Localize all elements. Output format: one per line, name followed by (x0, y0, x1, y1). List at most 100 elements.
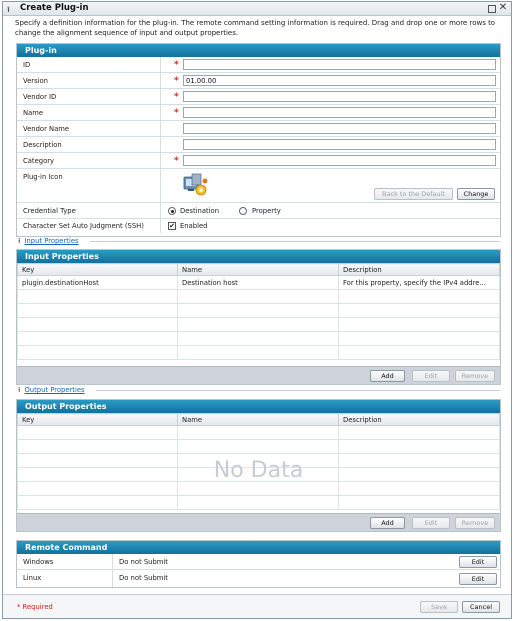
input-edit-button[interactable]: Edit (412, 370, 450, 382)
property-radio-label: Property (252, 207, 281, 215)
output-edit-button[interactable]: Edit (412, 517, 450, 529)
vendor-name-label: Vendor Name (23, 125, 70, 133)
divider (96, 390, 500, 391)
name-field[interactable] (183, 107, 496, 118)
empty-row (17, 303, 500, 318)
description-cell: For this property, specify the IPv4 addr… (338, 275, 500, 290)
input-properties-section: Input Properties Key Name Description pl… (16, 249, 501, 385)
description-label: Description (23, 141, 62, 149)
plugin-section: Plug-in ID * Version * 01.00.00 Vendor I… (16, 43, 501, 237)
create-plugin-dialog: ⭱ Create Plug-in ✕ Specify a definition … (2, 1, 512, 619)
plugin-icon-row: Plug-in Icon Back to the Default Change (17, 169, 500, 203)
output-properties-toolbar: Add Edit Remove (17, 513, 500, 531)
windows-label: Windows (23, 558, 54, 566)
input-properties-link[interactable]: Input Properties (24, 237, 78, 245)
output-properties-header: Output Properties (17, 400, 500, 413)
remote-command-row: Linux Do not Submit Edit (17, 570, 500, 587)
output-properties-toggle[interactable]: ⭱ Output Properties (18, 386, 500, 397)
empty-row (17, 317, 500, 332)
instructions-text: Specify a definition information for the… (15, 19, 496, 37)
name-column-header[interactable]: Name (177, 413, 339, 426)
required-mark: * (174, 60, 179, 70)
vendor-id-label: Vendor ID (23, 93, 57, 101)
input-remove-button[interactable]: Remove (455, 370, 495, 382)
name-row: Name * (17, 105, 500, 121)
remote-command-section: Remote Command Windows Do not Submit Edi… (16, 540, 501, 588)
vendor-id-row: Vendor ID * (17, 89, 500, 105)
back-to-default-button[interactable]: Back to the Default (374, 188, 453, 200)
description-column-header[interactable]: Description (338, 413, 500, 426)
cancel-button[interactable]: Cancel (462, 601, 500, 613)
save-button[interactable]: Save (420, 601, 458, 613)
maximize-icon[interactable] (488, 5, 496, 13)
no-data-text: No Data (213, 458, 304, 483)
table-row[interactable]: plugin.destinationHost Destination host … (17, 275, 500, 290)
collapse-icon: ⭱ (18, 237, 21, 245)
remote-command-row: Windows Do not Submit Edit (17, 554, 500, 570)
id-row: ID * (17, 57, 500, 73)
required-mark: * (174, 76, 179, 86)
output-properties-link[interactable]: Output Properties (24, 386, 84, 394)
empty-row (17, 481, 500, 496)
output-remove-button[interactable]: Remove (455, 517, 495, 529)
key-column-header[interactable]: Key (17, 413, 178, 426)
charset-row: Character Set Auto Judgment (SSH) ✔ Enab… (17, 219, 500, 233)
charset-label: Character Set Auto Judgment (SSH) (23, 222, 144, 230)
vendor-name-row: Vendor Name (17, 121, 500, 137)
required-note: * Required (17, 603, 53, 611)
linux-command-value: Do not Submit (119, 574, 168, 582)
divider (90, 241, 500, 242)
change-icon-button[interactable]: Change (457, 188, 495, 200)
id-field[interactable] (183, 59, 496, 70)
required-mark: * (174, 156, 179, 166)
credential-type-row: Credential Type Destination Property (17, 203, 500, 219)
required-mark: * (174, 108, 179, 118)
key-cell: plugin.destinationHost (17, 275, 178, 290)
empty-row (17, 345, 500, 360)
name-column-header[interactable]: Name (177, 263, 339, 276)
version-field[interactable]: 01.00.00 (183, 75, 496, 86)
vendor-name-field[interactable] (183, 123, 496, 134)
destination-radio-label: Destination (180, 207, 220, 215)
enabled-checkbox[interactable]: ✔ (168, 222, 176, 230)
windows-command-value: Do not Submit (119, 558, 168, 566)
description-column-header[interactable]: Description (338, 263, 500, 276)
id-label: ID (23, 61, 31, 69)
input-properties-header: Input Properties (17, 250, 500, 263)
plugin-section-header: Plug-in (17, 44, 500, 57)
category-label: Category (23, 157, 55, 165)
close-icon[interactable]: ✕ (498, 3, 508, 13)
enabled-checkbox-label: Enabled (180, 222, 208, 230)
linux-edit-button[interactable]: Edit (459, 573, 497, 585)
property-radio[interactable] (239, 207, 247, 215)
category-field[interactable] (183, 155, 496, 166)
dialog-title: Create Plug-in (20, 3, 89, 13)
category-row: Category * (17, 153, 500, 169)
output-add-button[interactable]: Add (370, 517, 405, 529)
name-cell: Destination host (177, 275, 339, 290)
version-label: Version (23, 77, 48, 85)
vendor-id-field[interactable] (183, 91, 496, 102)
plugin-icon-label: Plug-in Icon (23, 173, 63, 181)
linux-label: Linux (23, 574, 42, 582)
empty-row (17, 331, 500, 346)
dialog-titlebar: ⭱ Create Plug-in ✕ (3, 2, 511, 16)
empty-row (17, 439, 500, 454)
description-row: Description (17, 137, 500, 153)
input-properties-toggle[interactable]: ⭱ Input Properties (18, 237, 500, 248)
input-add-button[interactable]: Add (370, 370, 405, 382)
destination-radio[interactable] (168, 207, 176, 215)
empty-row (17, 289, 500, 304)
plugin-icon-image (183, 173, 208, 196)
version-row: Version * 01.00.00 (17, 73, 500, 89)
output-properties-section: Output Properties Key Name Description N… (16, 399, 501, 532)
input-properties-table: Key Name Description plugin.destinationH… (17, 263, 500, 360)
windows-edit-button[interactable]: Edit (459, 556, 497, 568)
required-mark: * (174, 92, 179, 102)
description-field[interactable] (183, 139, 496, 150)
input-properties-toolbar: Add Edit Remove (17, 366, 500, 384)
dialog-footer: * Required Save Cancel (3, 594, 511, 618)
collapse-icon[interactable]: ⭱ (7, 4, 10, 18)
key-column-header[interactable]: Key (17, 263, 178, 276)
empty-row (17, 495, 500, 510)
